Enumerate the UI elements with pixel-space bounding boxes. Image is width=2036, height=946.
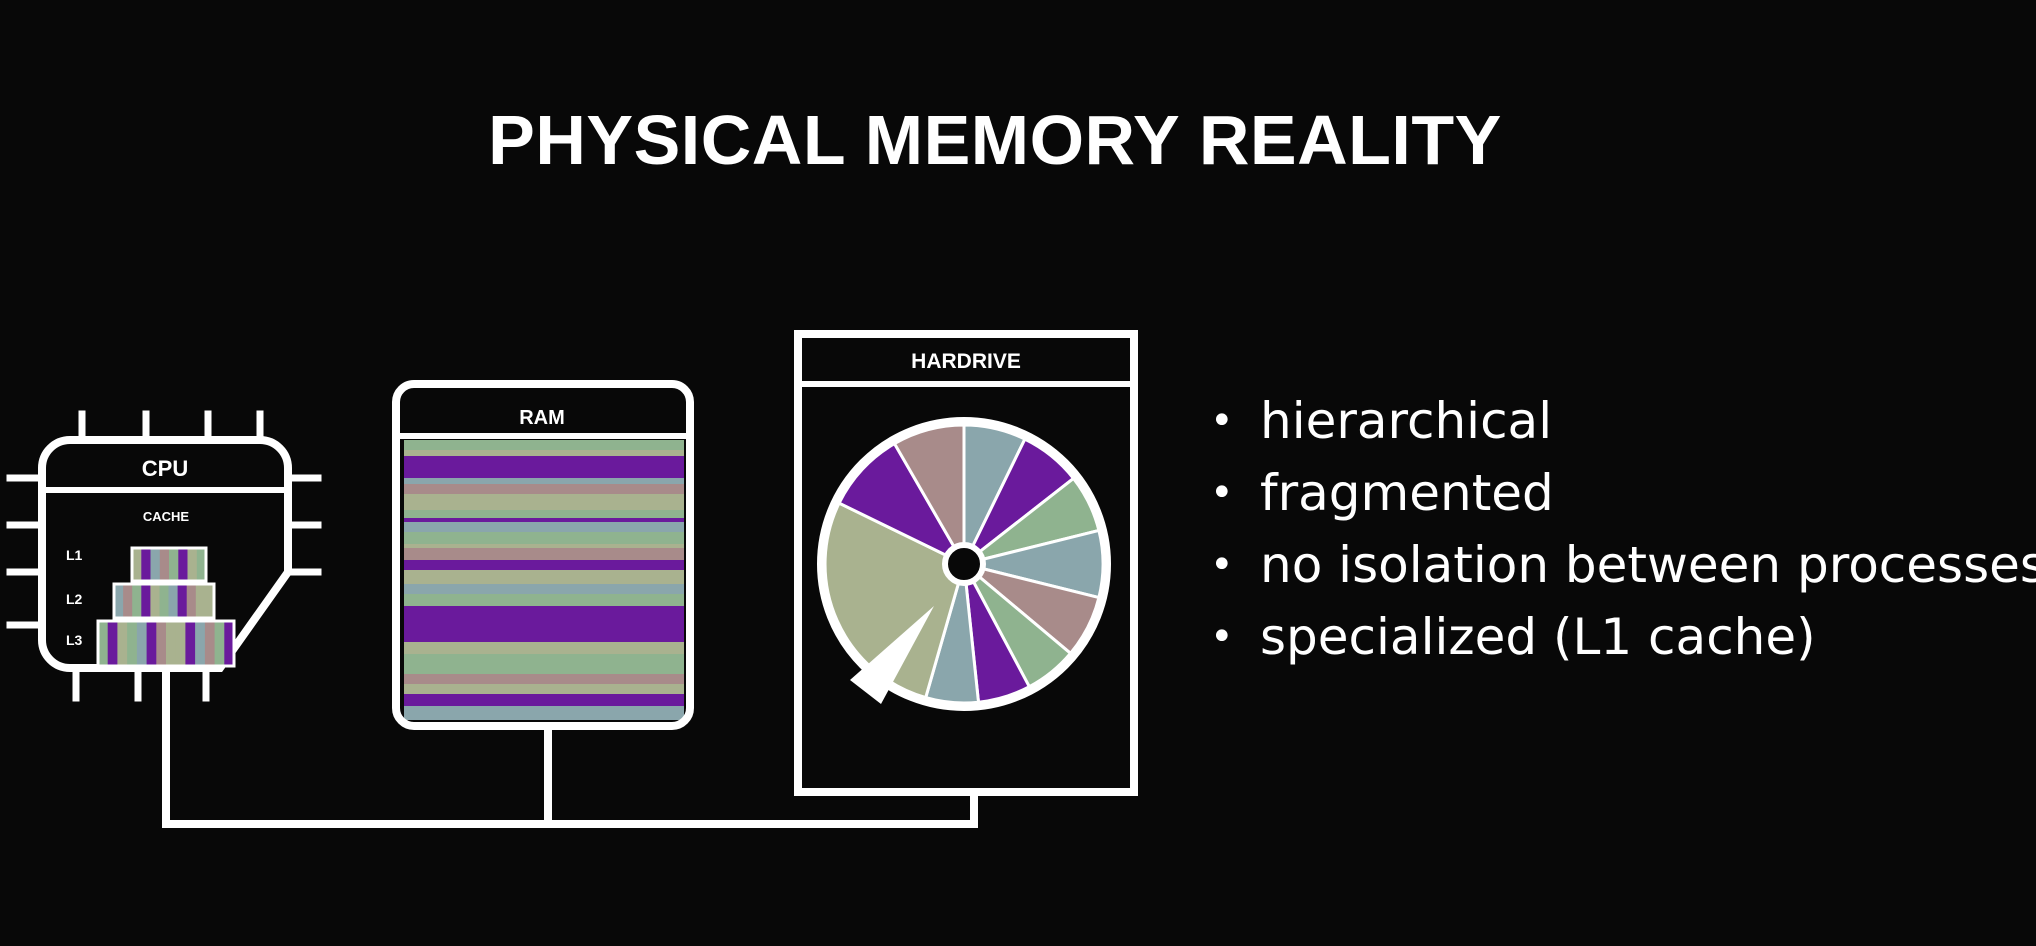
cache-block (141, 584, 151, 618)
cache-block (141, 548, 152, 581)
cache-block (132, 584, 142, 618)
bullet-item: fragmented (1210, 457, 2036, 529)
cache-block (195, 621, 206, 666)
cache-block (166, 621, 177, 666)
cache-level-l3: L3 (66, 632, 83, 648)
ram-stripe (404, 510, 684, 518)
ram-stripe (404, 560, 684, 570)
ram-stripe (404, 654, 684, 674)
cache-block (169, 548, 179, 581)
cpu-chip: CPU CACHE L1 L2 L3 (6, 410, 322, 702)
ram-stripe (404, 642, 684, 654)
ram-stripe (404, 522, 684, 532)
cache-label: CACHE (143, 509, 190, 524)
ram-label: RAM (519, 407, 565, 429)
ram-stripe (404, 494, 684, 510)
cache-block (204, 621, 216, 666)
ram-stripe (404, 694, 684, 706)
cache-block (195, 584, 206, 618)
cache-block (136, 621, 148, 666)
cache-block (185, 621, 196, 666)
cache-block (214, 621, 225, 666)
ram-stripe (404, 518, 684, 522)
cache-block (107, 621, 118, 666)
cache-level-l2: L2 (66, 591, 83, 607)
cache-block (159, 548, 170, 581)
cache-block (187, 548, 198, 581)
cache-block (150, 584, 160, 618)
ram-stripe (404, 584, 684, 594)
cache-block (175, 621, 186, 666)
cache-block (177, 584, 188, 618)
bullet-item: specialized (L1 cache) (1210, 601, 2036, 673)
ram-stripe (404, 594, 684, 606)
cache-block (156, 621, 167, 666)
ram-stripe (404, 674, 684, 684)
cache-block (123, 584, 133, 618)
cache-block (146, 621, 157, 666)
bullet-item: hierarchical (1210, 385, 2036, 457)
ram-stripe (404, 532, 684, 544)
ram-stripe (404, 440, 684, 450)
hardrive-label: HARDRIVE (911, 350, 1021, 373)
ram-stripe (404, 484, 684, 494)
cpu-label: CPU (142, 456, 188, 481)
cache-block (186, 584, 197, 618)
cache-block (117, 621, 128, 666)
ram-stripe (404, 456, 684, 478)
ram-memory-stripes (404, 440, 684, 720)
ram-module: RAM (392, 380, 694, 730)
cache-block (159, 584, 170, 618)
bullet-list: hierarchical fragmented no isolation bet… (1210, 385, 2036, 673)
ram-stripe (404, 706, 684, 720)
cache-level-l1: L1 (66, 547, 83, 563)
cache-block (150, 548, 161, 581)
ram-stripe (404, 606, 684, 642)
cache-block (168, 584, 179, 618)
spindle-hole (942, 542, 986, 586)
ram-stripe (404, 548, 684, 560)
cache-block (127, 621, 138, 666)
ram-stripe (404, 544, 684, 548)
bullet-item: no isolation between processes (1210, 529, 2036, 601)
ram-stripe (404, 478, 684, 484)
ram-stripe (404, 570, 684, 584)
cache-block (98, 621, 109, 666)
ram-stripe (404, 684, 684, 694)
cache-block (178, 548, 189, 581)
hardrive-module: HARDRIVE (794, 330, 1138, 796)
